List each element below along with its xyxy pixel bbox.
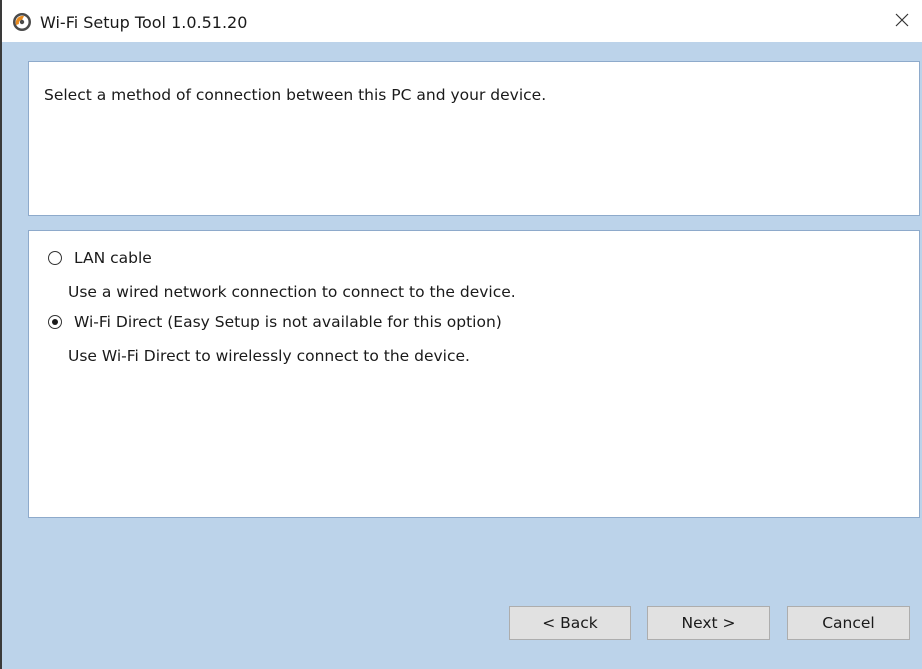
cancel-button[interactable]: Cancel: [787, 606, 910, 640]
close-button[interactable]: [882, 0, 922, 42]
lan-cable-description: Use a wired network connection to connec…: [68, 283, 516, 301]
wifi-direct-label[interactable]: Wi-Fi Direct (Easy Setup is not availabl…: [74, 313, 502, 331]
wifi-direct-description: Use Wi-Fi Direct to wirelessly connect t…: [68, 347, 470, 365]
next-button[interactable]: Next >: [647, 606, 770, 640]
option-lan-cable[interactable]: LAN cable: [48, 249, 152, 267]
instruction-text: Select a method of connection between th…: [44, 86, 547, 104]
connection-options-panel: LAN cable Use a wired network connection…: [28, 230, 920, 518]
title-bar: Wi-Fi Setup Tool 1.0.51.20: [2, 0, 922, 42]
wifi-setup-app-icon: [12, 12, 32, 32]
lan-cable-radio[interactable]: [48, 251, 62, 265]
close-icon: [895, 12, 909, 31]
instruction-panel: Select a method of connection between th…: [28, 61, 920, 216]
wifi-direct-radio[interactable]: [48, 315, 62, 329]
back-button[interactable]: < Back: [509, 606, 631, 640]
lan-cable-label[interactable]: LAN cable: [74, 249, 152, 267]
option-wifi-direct[interactable]: Wi-Fi Direct (Easy Setup is not availabl…: [48, 313, 502, 331]
setup-window: Wi-Fi Setup Tool 1.0.51.20 Select a meth…: [0, 0, 922, 669]
window-edge: [0, 0, 2, 669]
window-title: Wi-Fi Setup Tool 1.0.51.20: [40, 13, 248, 32]
